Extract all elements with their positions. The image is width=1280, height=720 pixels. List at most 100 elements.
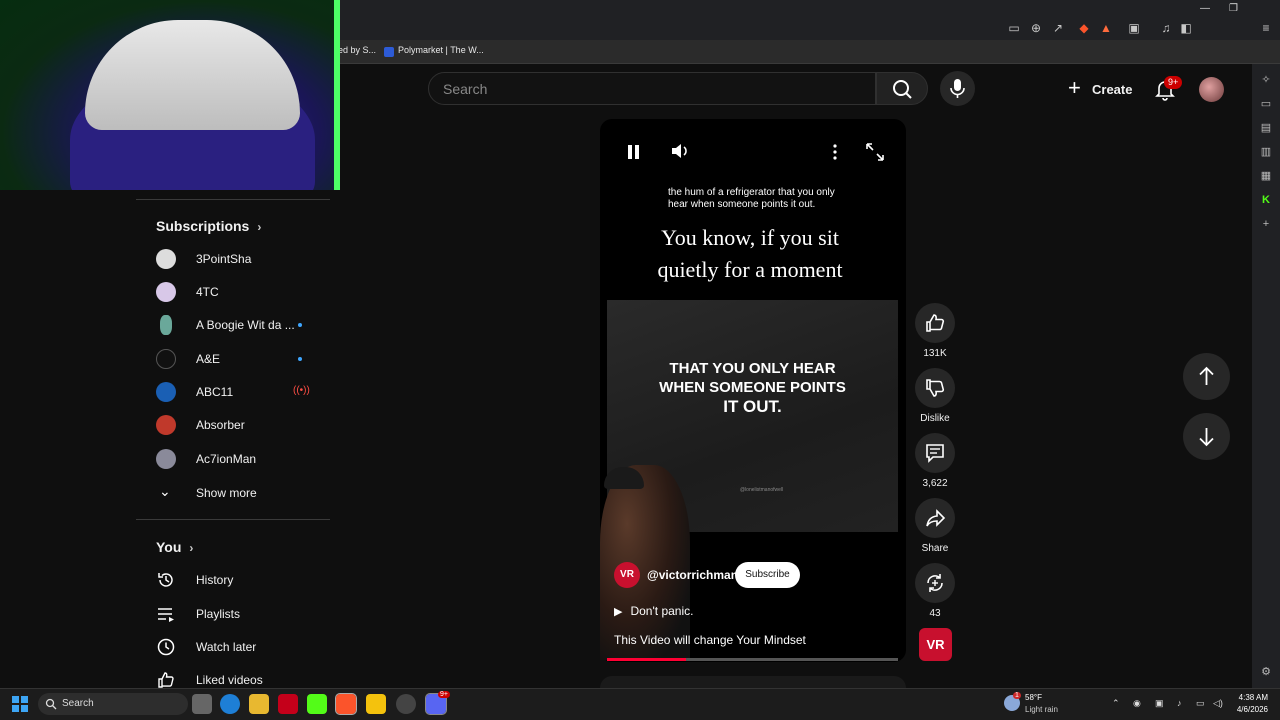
settings-icon[interactable]: ⚙: [1258, 664, 1274, 680]
brave-shield-icon[interactable]: ◆: [1076, 20, 1092, 36]
rockstar-icon[interactable]: [366, 694, 386, 714]
channel-avatar: [156, 449, 176, 469]
fullscreen-icon[interactable]: [865, 142, 885, 162]
live-icon: ((•)): [293, 385, 310, 396]
like-button[interactable]: [915, 303, 955, 343]
frame-text-line: WHEN SOMEONE POINTS: [659, 379, 846, 396]
obs-icon[interactable]: [396, 694, 416, 714]
wallet-icon[interactable]: ▤: [1258, 120, 1274, 136]
subscription-name: Ac7ionMan: [196, 452, 257, 466]
webcam-border: [334, 0, 340, 190]
creator-cap: [604, 467, 644, 489]
taskbar-search[interactable]: Search: [38, 693, 188, 715]
cast-icon[interactable]: ▭: [1006, 20, 1022, 36]
channel-handle[interactable]: @victorrichman: [647, 568, 738, 582]
tv-icon[interactable]: ▭: [1258, 96, 1274, 112]
audio-track-link[interactable]: ▶ Don't panic.: [614, 604, 693, 618]
bookmark-item[interactable]: Polymarket | The W...: [398, 45, 484, 55]
weather-temp[interactable]: 58°F: [1025, 693, 1042, 702]
microphone-tray-icon[interactable]: ♪: [1177, 698, 1182, 708]
acrobat-icon[interactable]: [278, 694, 298, 714]
microphone-icon: [950, 79, 965, 98]
subscriptions-heading[interactable]: Subscriptions ›: [156, 218, 261, 234]
windows-start-icon[interactable]: [12, 696, 28, 712]
share-page-icon[interactable]: ↗: [1050, 20, 1066, 36]
more-options-icon[interactable]: [830, 143, 840, 161]
subscription-item[interactable]: 3PointSha: [156, 246, 316, 274]
subscription-item[interactable]: Absorber: [156, 412, 316, 440]
next-short-button[interactable]: [1183, 413, 1230, 460]
volume-icon[interactable]: [670, 141, 692, 161]
caption-small: the hum of a refrigerator that you only …: [668, 187, 835, 210]
kick-app-icon[interactable]: [307, 694, 327, 714]
remix-button[interactable]: [915, 563, 955, 603]
search-input[interactable]: [443, 79, 843, 99]
remix-count: 43: [929, 608, 941, 619]
file-explorer-icon[interactable]: [249, 694, 269, 714]
create-button[interactable]: + Create: [1060, 74, 1140, 104]
subscribe-button[interactable]: Subscribe: [735, 562, 800, 588]
watch-later-label: Watch later: [196, 640, 257, 654]
history-panel-icon[interactable]: ▥: [1258, 144, 1274, 160]
subscription-item[interactable]: A Boogie Wit da ...: [156, 312, 316, 340]
voice-search-button[interactable]: [940, 71, 975, 106]
search-button[interactable]: [876, 72, 928, 105]
sidebar-toggle-icon[interactable]: ◧: [1178, 20, 1194, 36]
add-panel-icon[interactable]: +: [1258, 216, 1274, 232]
short-title[interactable]: This Video will change Your Mindset: [614, 633, 806, 647]
channel-avatar[interactable]: VR: [614, 562, 640, 588]
subscription-item[interactable]: A&E: [156, 346, 316, 374]
zoom-icon[interactable]: ⊕: [1028, 20, 1044, 36]
minimize-icon[interactable]: —: [1200, 3, 1210, 14]
creator-image: [600, 465, 690, 660]
weather-desc[interactable]: Light rain: [1025, 705, 1058, 714]
task-view-icon[interactable]: [192, 694, 212, 714]
media-control-icon[interactable]: ♫: [1158, 20, 1174, 36]
you-heading[interactable]: You ›: [156, 539, 193, 555]
subscription-name: 3PointSha: [196, 252, 252, 266]
progress-fill: [607, 658, 686, 661]
tray-overflow-icon[interactable]: ⌃: [1112, 698, 1120, 709]
chevron-down-icon: ⌄: [159, 483, 171, 499]
arrow-up-icon: [1199, 366, 1214, 385]
sidebar-item-watch-later[interactable]: Watch later: [156, 633, 316, 661]
show-more-button[interactable]: ⌄ Show more: [156, 479, 316, 507]
progress-bar[interactable]: [607, 658, 898, 661]
channel-avatar: [156, 249, 176, 269]
tray-app-icon[interactable]: ◉: [1133, 698, 1141, 709]
edge-icon[interactable]: [220, 694, 240, 714]
share-button[interactable]: [915, 498, 955, 538]
previous-short-button[interactable]: [1183, 353, 1230, 400]
subscriptions-title: Subscriptions: [156, 218, 250, 234]
volume-tray-icon[interactable]: ◁): [1213, 698, 1223, 709]
sidebar-item-playlists[interactable]: Playlists: [156, 600, 316, 628]
sidebar-item-history[interactable]: History: [156, 566, 316, 594]
brave-rewards-icon[interactable]: ▲: [1098, 20, 1114, 36]
browser-side-rail: ✧ ▭ ▤ ▥ ▦ K + ⚙: [1252, 64, 1280, 688]
dislike-button[interactable]: [915, 368, 955, 408]
subscription-item[interactable]: 4TC: [156, 279, 316, 307]
liked-videos-label: Liked videos: [196, 673, 263, 687]
show-more-label: Show more: [196, 486, 257, 500]
brave-icon[interactable]: [335, 693, 357, 715]
pin-icon[interactable]: ✧: [1258, 72, 1274, 88]
frame-text-line: THAT YOU ONLY HEAR: [669, 360, 836, 377]
pause-icon[interactable]: [624, 143, 644, 161]
subscription-item[interactable]: ABC11 ((•)): [156, 379, 316, 407]
restore-icon[interactable]: ❐: [1229, 3, 1238, 14]
tab-search-icon[interactable]: ▣: [1126, 20, 1142, 36]
comments-button[interactable]: [915, 433, 955, 473]
browser-menu-icon[interactable]: ≡: [1258, 20, 1274, 36]
comment-count: 3,622: [922, 478, 948, 489]
clock-date[interactable]: 4/6/2026: [1228, 705, 1268, 714]
subscription-item[interactable]: Ac7ionMan: [156, 446, 316, 474]
sound-thumbnail[interactable]: VR: [919, 628, 952, 661]
tray-app-icon[interactable]: ▣: [1155, 698, 1164, 709]
network-icon[interactable]: ▭: [1196, 698, 1205, 709]
clock-time[interactable]: 4:38 AM: [1232, 693, 1268, 702]
history-label: History: [196, 573, 234, 587]
bookmark-item[interactable]: ed by S...: [338, 45, 376, 55]
kick-icon[interactable]: K: [1258, 192, 1274, 208]
account-avatar[interactable]: [1199, 77, 1224, 102]
reading-list-icon[interactable]: ▦: [1258, 168, 1274, 184]
